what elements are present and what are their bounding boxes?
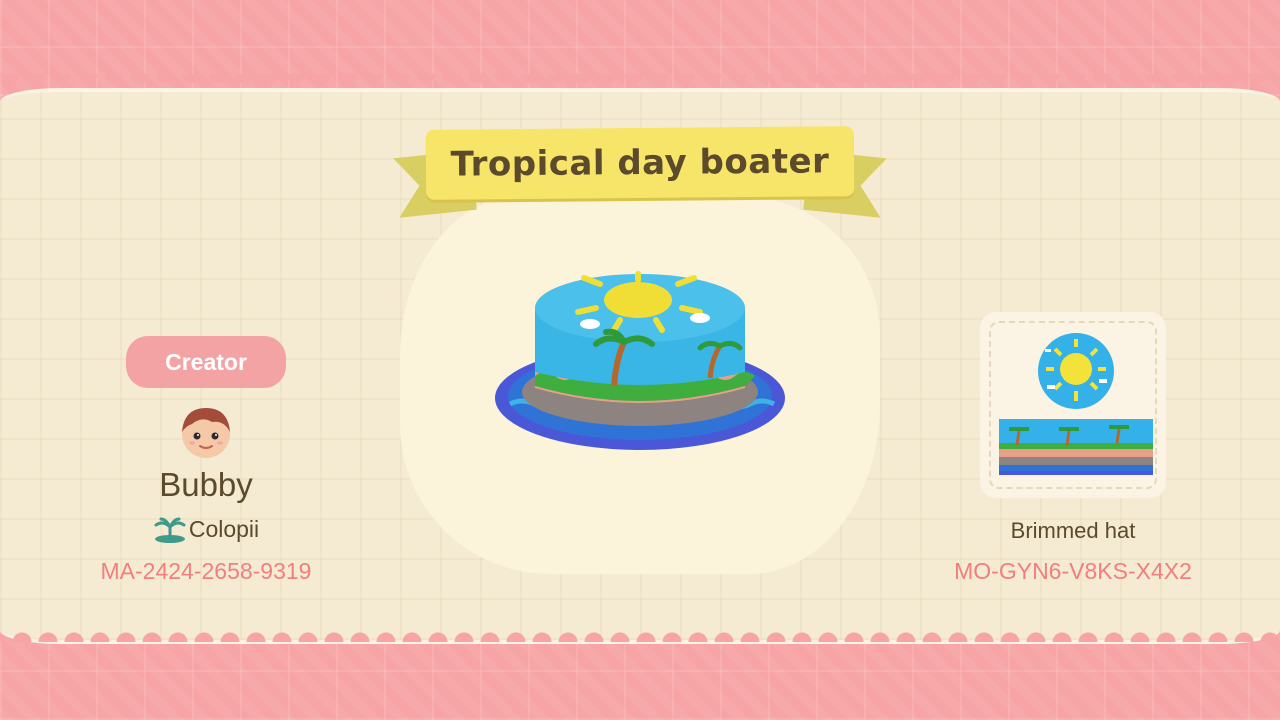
creator-name: Bubby [159,466,253,503]
island-palm-icon [154,517,186,543]
creator-badge: Creator [126,336,286,388]
bottom-scallop-edge [0,628,1280,642]
creator-id: MA-2424-2658-9319 [100,558,312,584]
creator-badge-label: Creator [165,348,247,375]
design-title: Tropical day boater [450,141,830,185]
island-name: Colopii [188,516,260,542]
hat-preview-image [495,271,785,450]
villager-face-icon [182,408,230,458]
design-type: Brimmed hat [1010,518,1136,543]
banner-ribbon: Tropical day boater [425,126,855,200]
design-id: MO-GYN6-V8KS-X4X2 [954,558,1192,584]
top-scallop-edge [0,74,1280,88]
pattern-thumbnail-image [999,333,1153,475]
island-info: Colopii [100,516,312,543]
title-banner: Tropical day boater [390,108,890,218]
pattern-thumbnail-card [980,312,1166,498]
